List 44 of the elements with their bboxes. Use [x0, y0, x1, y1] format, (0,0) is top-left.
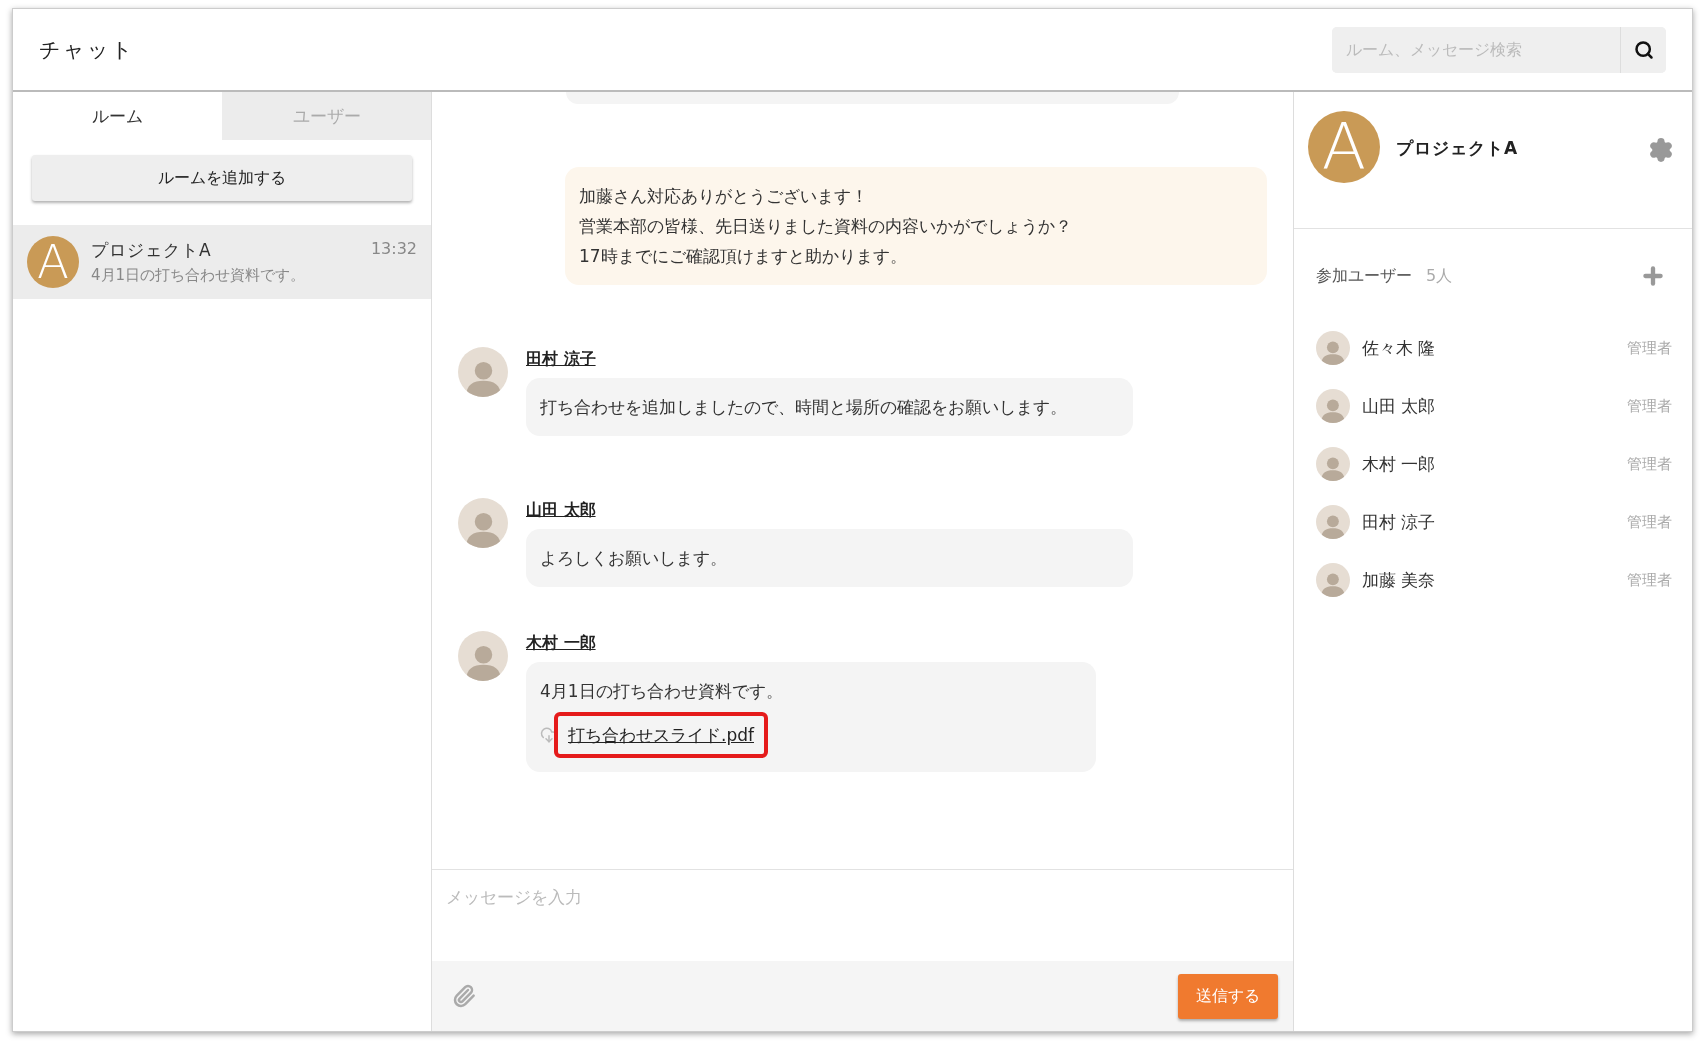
search-button[interactable]: [1620, 26, 1666, 73]
avatar-placeholder: [458, 347, 508, 397]
members-label: 参加ユーザー: [1316, 265, 1412, 287]
member-name: 田村 涼子: [1362, 510, 1437, 534]
avatar-placeholder: [458, 498, 508, 548]
member-name: 加藤 美奈: [1362, 568, 1437, 592]
member-role: 管理者: [1627, 454, 1672, 474]
room-avatar: A: [1308, 111, 1380, 183]
avatar-placeholder: [1316, 389, 1350, 423]
sender-name-link[interactable]: 田村 涼子: [526, 349, 596, 370]
member-role: 管理者: [1627, 570, 1672, 590]
message-text: よろしくお願いします。: [540, 547, 728, 570]
message-text: 打ち合わせを追加しましたので、時間と場所の確認をお願いします。: [540, 396, 1068, 419]
members-count: 5人: [1426, 265, 1454, 287]
room-item[interactable]: A プロジェクトA 13:32 4月1日の打ち合わせ資料です。: [13, 225, 431, 299]
message-text: 4月1日の打ち合わせ資料です。: [540, 680, 784, 703]
room-avatar: A: [27, 236, 79, 288]
member-role: 管理者: [1627, 338, 1672, 358]
search-icon: [1633, 39, 1654, 60]
app-title: チャット: [39, 36, 135, 64]
message-text: 17時までにご確認頂けますと助かります。: [579, 245, 908, 268]
settings-icon[interactable]: [1648, 137, 1674, 163]
avatar-placeholder: [1316, 331, 1350, 365]
file-link[interactable]: 打ち合わせスライド.pdf: [554, 712, 768, 758]
message-text: 加藤さん対応ありがとうございます！: [579, 185, 869, 208]
room-title: プロジェクトA: [1396, 137, 1520, 160]
plus-icon[interactable]: [1640, 263, 1666, 289]
sender-name-link[interactable]: 木村 一郎: [526, 633, 596, 654]
room-name: プロジェクトA: [91, 239, 212, 262]
room-time: 13:32: [370, 239, 417, 258]
add-room-button[interactable]: ルームを追加する: [32, 155, 412, 201]
avatar-placeholder: [458, 631, 508, 681]
member-role: 管理者: [1627, 396, 1672, 416]
avatar-placeholder: [1316, 563, 1350, 597]
member-name: 山田 太郎: [1362, 394, 1437, 418]
avatar-placeholder: [1316, 447, 1350, 481]
member-name: 佐々木 隆: [1362, 336, 1437, 360]
room-preview: 4月1日の打ち合わせ資料です。: [91, 266, 307, 285]
avatar-placeholder: [1316, 505, 1350, 539]
paperclip-icon[interactable]: [452, 984, 476, 1008]
sender-name-link[interactable]: 山田 太郎: [526, 500, 596, 521]
member-role: 管理者: [1627, 512, 1672, 532]
member-name: 木村 一郎: [1362, 452, 1437, 476]
message-text: 営業本部の皆様、先日送りました資料の内容いかがでしょうか？: [579, 215, 1073, 238]
